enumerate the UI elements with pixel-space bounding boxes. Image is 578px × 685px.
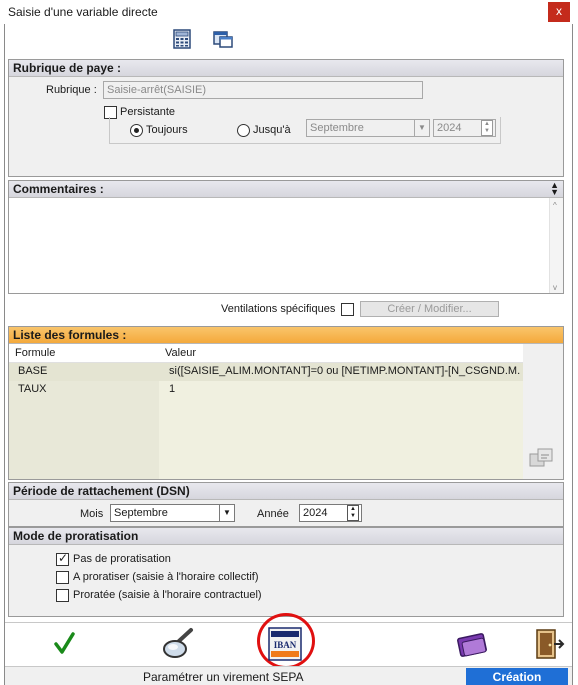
formules-grid: Formule Valeur BASE si([SAISIE_ALIM.MONT…	[9, 344, 523, 479]
commentaires-scrollbar[interactable]: ^ v	[549, 198, 563, 293]
proratee-label: Proratée (saisie à l'horaire contractuel…	[73, 589, 262, 601]
close-button[interactable]: x	[548, 2, 570, 22]
spinner-arrows-icon[interactable]: ▲ ▼	[481, 120, 493, 136]
validate-check-icon[interactable]	[47, 627, 81, 661]
window-layout-icon[interactable]	[213, 29, 233, 49]
svg-text:IBAN: IBAN	[274, 640, 297, 650]
toujours-label: Toujours	[146, 124, 188, 136]
ventilations-label: Ventilations spécifiques	[221, 303, 336, 315]
column-header-formule: Formule	[15, 347, 56, 359]
formules-panel: Liste des formules : Formule Valeur BASE…	[8, 326, 564, 480]
proratisation-panel-header: Mode de proratisation	[9, 528, 563, 545]
annee-spinner[interactable]: 2024 ▲ ▼	[299, 504, 362, 522]
commentaires-textarea[interactable]	[9, 198, 549, 293]
jusqua-radio[interactable]	[237, 124, 250, 137]
commentaires-panel: Commentaires : ▲ ▼ ^ v	[8, 180, 564, 294]
a-proratiser-checkbox[interactable]	[56, 571, 69, 584]
proratisation-panel: Mode de proratisation Pas de proratisati…	[8, 527, 564, 617]
rubrique-label: Rubrique :	[46, 84, 97, 96]
pas-de-proratisation-label: Pas de proratisation	[73, 553, 171, 565]
a-proratiser-label: A proratiser (saisie à l'horaire collect…	[73, 571, 259, 583]
table-row[interactable]: BASE si([SAISIE_ALIM.MONTANT]=0 ou [NETI…	[9, 363, 523, 381]
status-text: Paramétrer un virement SEPA	[143, 670, 304, 684]
mode-badge: Création	[466, 668, 568, 685]
exit-door-icon[interactable]	[532, 627, 566, 661]
mois-label: Mois	[80, 508, 104, 520]
window-title: Saisie d'une variable directe	[8, 5, 158, 19]
calculator-icon[interactable]	[172, 29, 192, 49]
jusqua-year-value: 2024	[437, 122, 462, 134]
row-valeur: si([SAISIE_ALIM.MONTANT]=0 ou [NETIMP.MO…	[169, 365, 521, 377]
formules-panel-header: Liste des formules :	[9, 327, 563, 344]
jusqua-month-value: Septembre	[310, 122, 364, 134]
search-magnifier-icon[interactable]	[161, 627, 195, 661]
ventilations-checkbox[interactable]	[341, 303, 354, 316]
grid-header: Formule Valeur	[9, 344, 523, 363]
jusqua-month-select[interactable]: Septembre ▼	[306, 119, 430, 137]
proratee-checkbox[interactable]	[56, 589, 69, 602]
periode-panel-header: Période de rattachement (DSN)	[9, 483, 563, 500]
pas-de-proratisation-checkbox[interactable]	[56, 551, 69, 566]
formula-edit-icon[interactable]	[527, 445, 557, 471]
top-toolbar	[5, 24, 572, 54]
periode-panel: Période de rattachement (DSN) Mois Septe…	[8, 482, 564, 527]
chevron-down-icon: ▼	[414, 119, 429, 137]
toujours-radio[interactable]	[130, 124, 143, 137]
table-row[interactable]: TAUX 1	[9, 381, 523, 399]
rubrique-panel: Rubrique de paye : Rubrique : Saisie-arr…	[8, 59, 564, 177]
bottom-toolbar: IBAN	[5, 613, 572, 669]
status-bar: Paramétrer un virement SEPA Création	[5, 666, 572, 685]
mois-value: Septembre	[114, 507, 168, 519]
jusqua-year-spinner[interactable]: 2024 ▲ ▼	[433, 119, 496, 137]
rubrique-panel-header: Rubrique de paye :	[9, 60, 563, 77]
creer-modifier-button[interactable]: Créer / Modifier...	[360, 301, 499, 317]
chevron-down-icon: ▼	[219, 504, 234, 522]
iban-sepa-icon[interactable]: IBAN	[268, 627, 302, 661]
mois-select[interactable]: Septembre ▼	[110, 504, 235, 522]
edit-card-icon[interactable]	[456, 627, 490, 661]
scroll-down-icon[interactable]: v	[553, 283, 557, 292]
jusqua-label: Jusqu'à	[253, 124, 291, 136]
scroll-up-icon[interactable]: ^	[553, 201, 557, 210]
spinner-arrows-icon[interactable]: ▲ ▼	[347, 505, 359, 521]
title-bar: Saisie d'une variable directe x	[0, 0, 578, 24]
annee-label: Année	[257, 508, 289, 520]
collapse-toggle-icon[interactable]: ▲ ▼	[550, 181, 559, 197]
column-header-valeur: Valeur	[165, 347, 196, 359]
row-formule: TAUX	[18, 383, 47, 395]
rubrique-field[interactable]: Saisie-arrêt(SAISIE)	[103, 81, 423, 99]
row-formule: BASE	[18, 365, 48, 377]
commentaires-panel-header: Commentaires :	[9, 181, 563, 198]
row-valeur: 1	[169, 383, 176, 395]
annee-value: 2024	[303, 507, 328, 519]
